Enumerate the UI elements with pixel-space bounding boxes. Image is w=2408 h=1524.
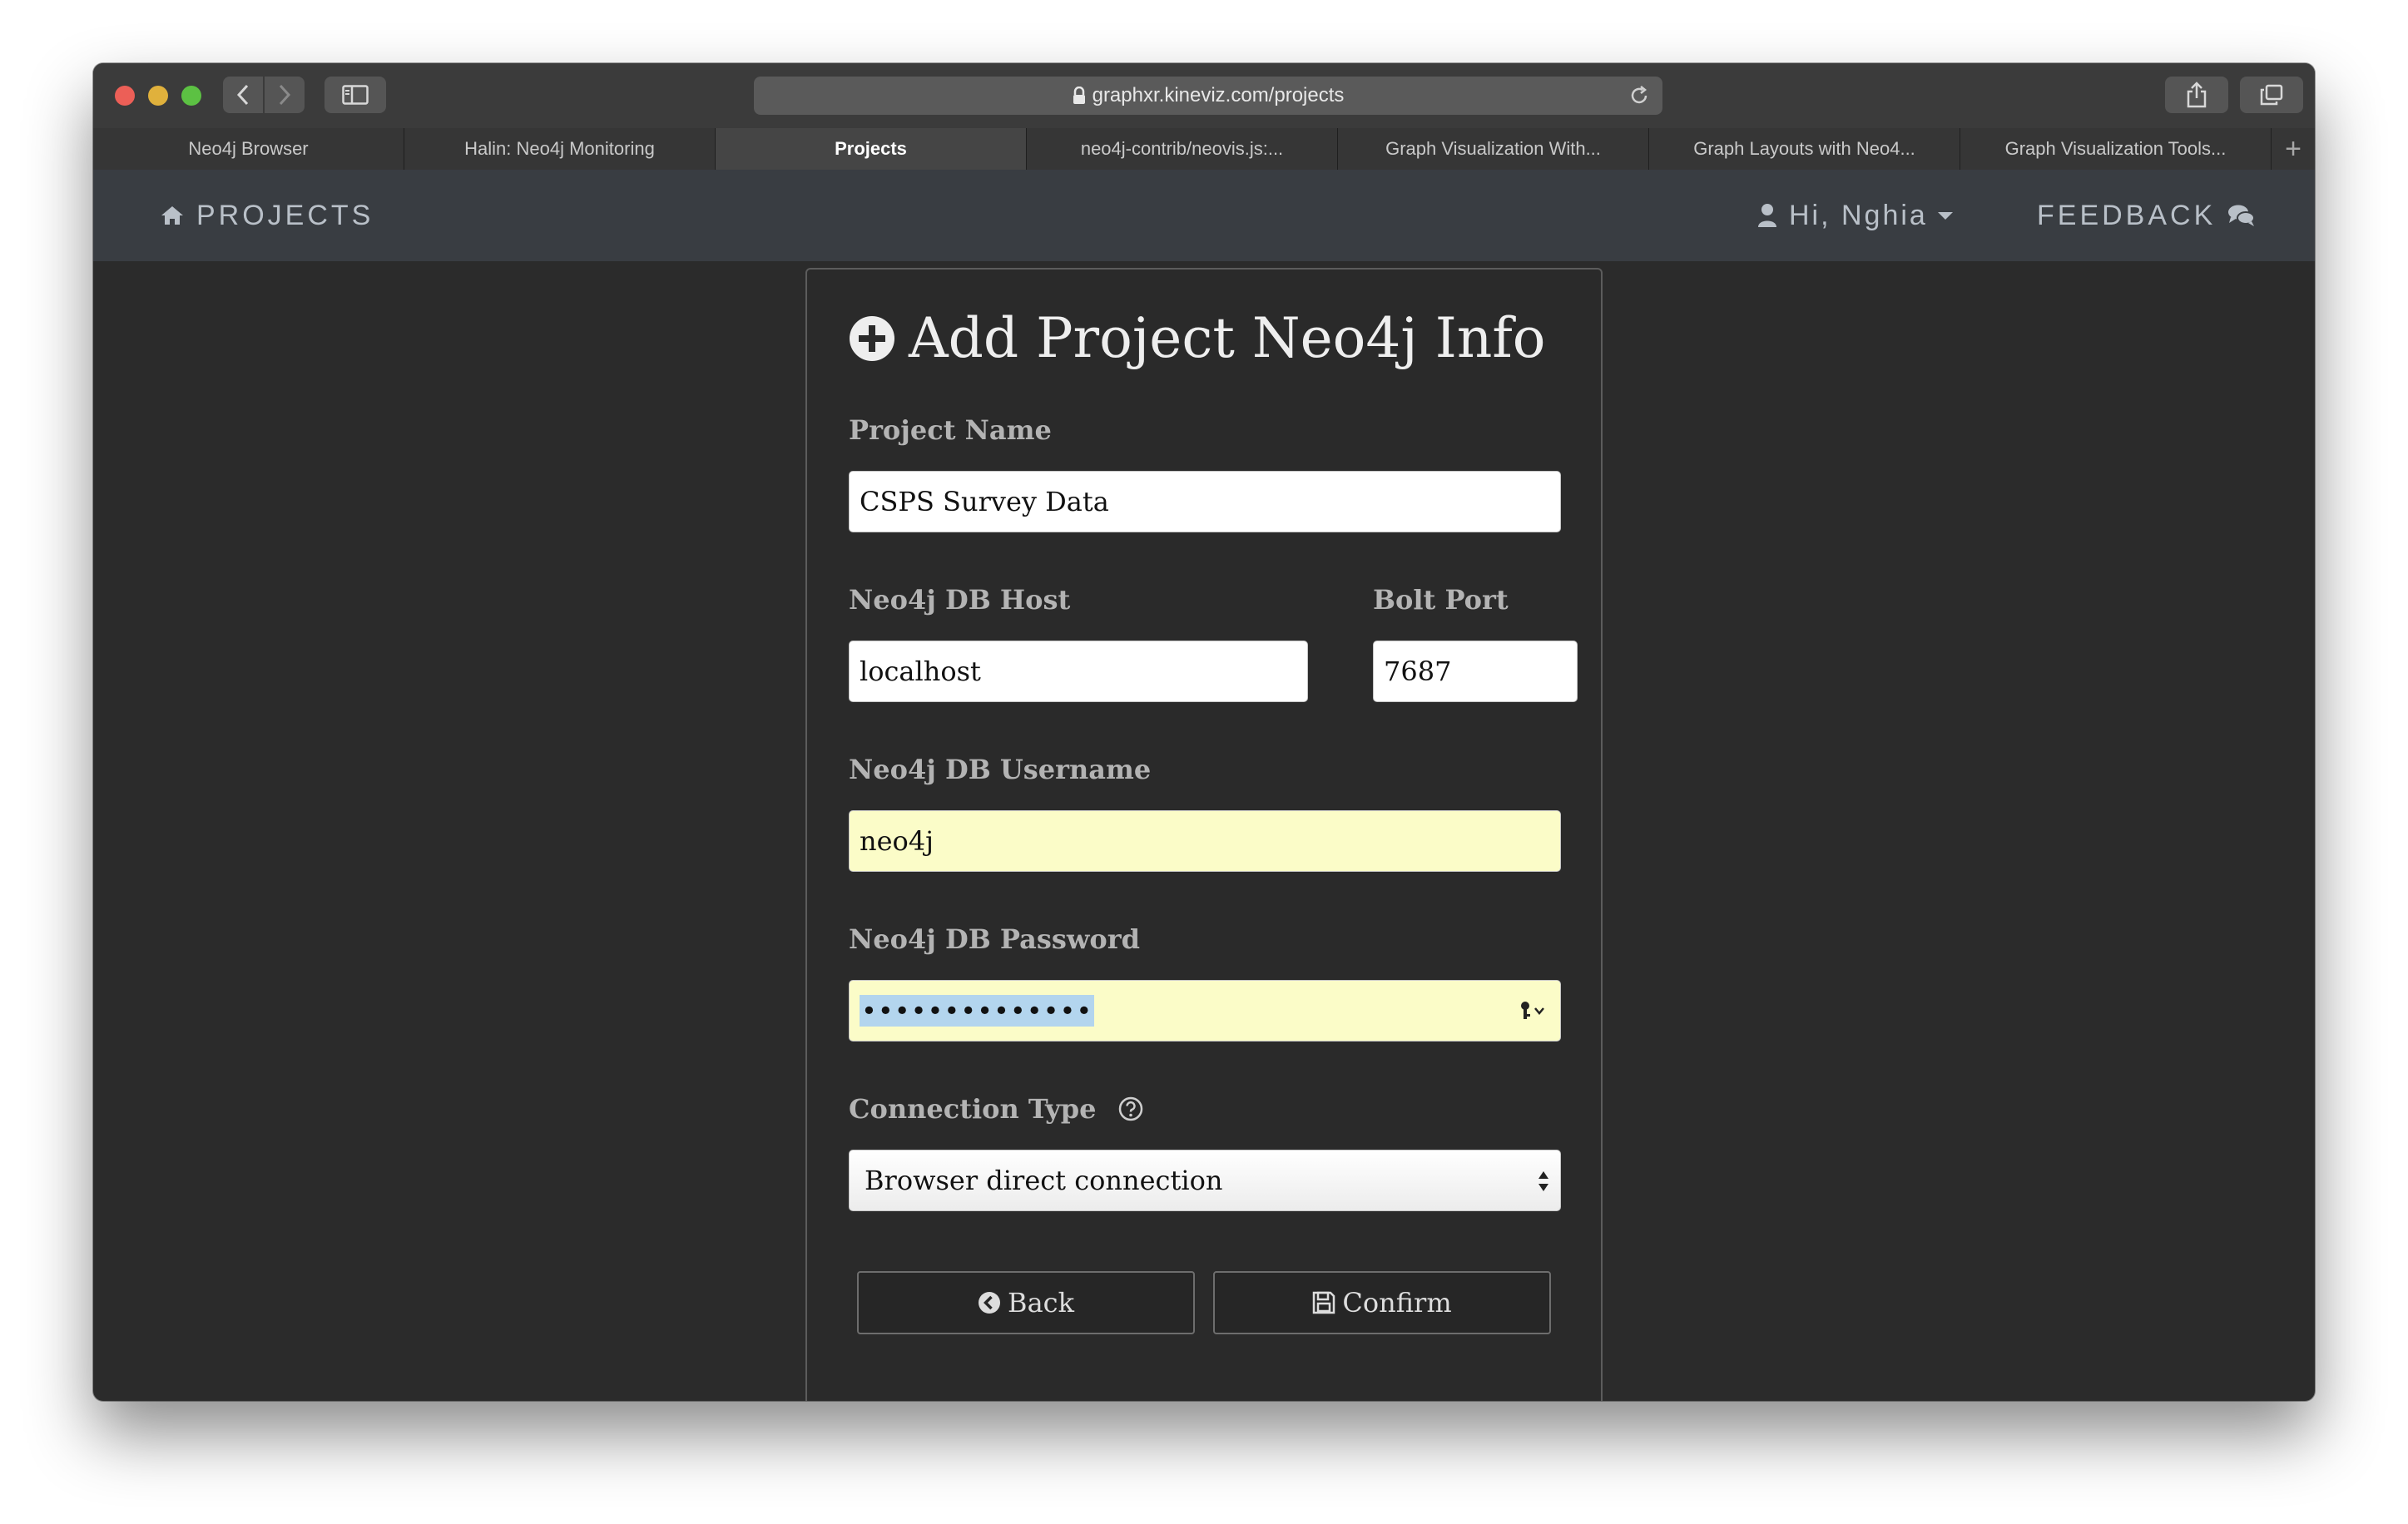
caret-down-icon bbox=[1937, 211, 1953, 220]
tab-halin[interactable]: Halin: Neo4j Monitoring bbox=[404, 128, 716, 170]
form-title-text: Add Project Neo4j Info bbox=[909, 306, 1546, 370]
db-password-label: Neo4j DB Password bbox=[849, 923, 1140, 955]
sidebar-icon bbox=[342, 85, 369, 105]
db-username-value: neo4j bbox=[860, 825, 934, 857]
tab-neo4j-browser[interactable]: Neo4j Browser bbox=[93, 128, 404, 170]
db-password-input[interactable]: •••••••••••••• bbox=[849, 980, 1561, 1042]
plus-circle-icon bbox=[850, 315, 894, 361]
project-name-value: CSPS Survey Data bbox=[860, 486, 1109, 517]
user-menu[interactable]: Hi, Nghia bbox=[1757, 170, 1953, 261]
db-host-value: localhost bbox=[860, 656, 981, 687]
tab-label: Neo4j Browser bbox=[188, 138, 309, 159]
save-icon bbox=[1313, 1291, 1335, 1314]
tab-label: Graph Visualization With... bbox=[1385, 138, 1601, 159]
bolt-port-input[interactable]: 7687 bbox=[1373, 641, 1578, 702]
connection-type-label-text: Connection Type bbox=[849, 1093, 1097, 1125]
confirm-button-label: Confirm bbox=[1342, 1287, 1452, 1319]
add-project-form: Add Project Neo4j Info Project Name CSPS… bbox=[805, 268, 1603, 1401]
tab-label: Graph Layouts with Neo4... bbox=[1693, 138, 1915, 159]
home-icon bbox=[161, 206, 183, 225]
address-bar[interactable]: graphxr.kineviz.com/projects bbox=[754, 77, 1662, 115]
connection-type-value: Browser direct connection bbox=[865, 1165, 1223, 1196]
connection-type-select[interactable]: Browser direct connection bbox=[849, 1150, 1561, 1211]
tabs-overview-icon bbox=[2260, 84, 2283, 106]
connection-type-label: Connection Type bbox=[849, 1093, 1143, 1125]
sidebar-toggle-button[interactable] bbox=[325, 77, 386, 113]
minimize-window-button[interactable] bbox=[148, 86, 168, 106]
lock-icon bbox=[1073, 87, 1085, 104]
share-icon bbox=[2187, 82, 2207, 108]
db-username-input[interactable]: neo4j bbox=[849, 810, 1561, 872]
url-text: graphxr.kineviz.com/projects bbox=[1092, 84, 1345, 106]
user-icon bbox=[1758, 204, 1776, 227]
select-arrows-icon bbox=[1538, 1171, 1548, 1191]
back-nav-button[interactable] bbox=[223, 77, 263, 113]
key-autofill-icon[interactable] bbox=[1520, 1001, 1548, 1022]
feedback-link[interactable]: FEEDBACK bbox=[2037, 170, 2256, 261]
tab-label: Projects bbox=[835, 138, 907, 159]
db-password-value: •••••••••••••• bbox=[860, 995, 1095, 1027]
chevron-left-icon bbox=[236, 84, 249, 106]
chevron-circle-left-icon bbox=[979, 1292, 1001, 1314]
show-tabs-button[interactable] bbox=[2240, 77, 2303, 113]
tab-projects[interactable]: Projects bbox=[716, 128, 1027, 170]
zoom-window-button[interactable] bbox=[181, 86, 201, 106]
bolt-port-value: 7687 bbox=[1384, 656, 1452, 687]
db-username-label: Neo4j DB Username bbox=[849, 754, 1152, 785]
tab-label: neo4j-contrib/neovis.js:... bbox=[1080, 138, 1284, 159]
tab-graph-visualization-tools[interactable]: Graph Visualization Tools... bbox=[1960, 128, 2272, 170]
back-button-label: Back bbox=[1008, 1287, 1074, 1319]
comments-icon bbox=[2228, 205, 2256, 226]
app-navbar: PROJECTS Hi, Nghia FEEDBACK bbox=[93, 170, 2315, 261]
new-tab-button[interactable]: + bbox=[2272, 128, 2315, 170]
help-circle-icon[interactable] bbox=[1118, 1096, 1143, 1121]
bolt-port-label: Bolt Port bbox=[1373, 584, 1509, 616]
projects-nav-label: PROJECTS bbox=[196, 199, 374, 231]
forward-nav-button[interactable] bbox=[265, 77, 305, 113]
confirm-button[interactable]: Confirm bbox=[1213, 1271, 1551, 1334]
close-window-button[interactable] bbox=[115, 86, 135, 106]
project-name-label: Project Name bbox=[849, 414, 1052, 446]
share-button[interactable] bbox=[2165, 77, 2228, 113]
user-greeting: Hi, Nghia bbox=[1789, 199, 1928, 231]
tab-graph-visualization-with[interactable]: Graph Visualization With... bbox=[1338, 128, 1649, 170]
browser-window: graphxr.kineviz.com/projects Neo4j Brows… bbox=[93, 63, 2315, 1401]
tab-bar: Neo4j Browser Halin: Neo4j Monitoring Pr… bbox=[93, 128, 2315, 171]
db-host-label: Neo4j DB Host bbox=[849, 584, 1071, 616]
tab-label: Halin: Neo4j Monitoring bbox=[464, 138, 655, 159]
project-name-input[interactable]: CSPS Survey Data bbox=[849, 471, 1561, 532]
reload-icon[interactable] bbox=[1628, 84, 1651, 107]
db-host-input[interactable]: localhost bbox=[849, 641, 1308, 702]
form-title: Add Project Neo4j Info bbox=[849, 306, 1546, 370]
back-button[interactable]: Back bbox=[857, 1271, 1195, 1334]
browser-toolbar: graphxr.kineviz.com/projects bbox=[93, 63, 2315, 129]
tab-label: Graph Visualization Tools... bbox=[2004, 138, 2227, 159]
projects-nav-link[interactable]: PROJECTS bbox=[160, 170, 374, 261]
tab-neovis[interactable]: neo4j-contrib/neovis.js:... bbox=[1027, 128, 1338, 170]
feedback-label: FEEDBACK bbox=[2037, 199, 2217, 231]
tab-graph-layouts[interactable]: Graph Layouts with Neo4... bbox=[1649, 128, 1960, 170]
chevron-right-icon bbox=[279, 84, 291, 106]
